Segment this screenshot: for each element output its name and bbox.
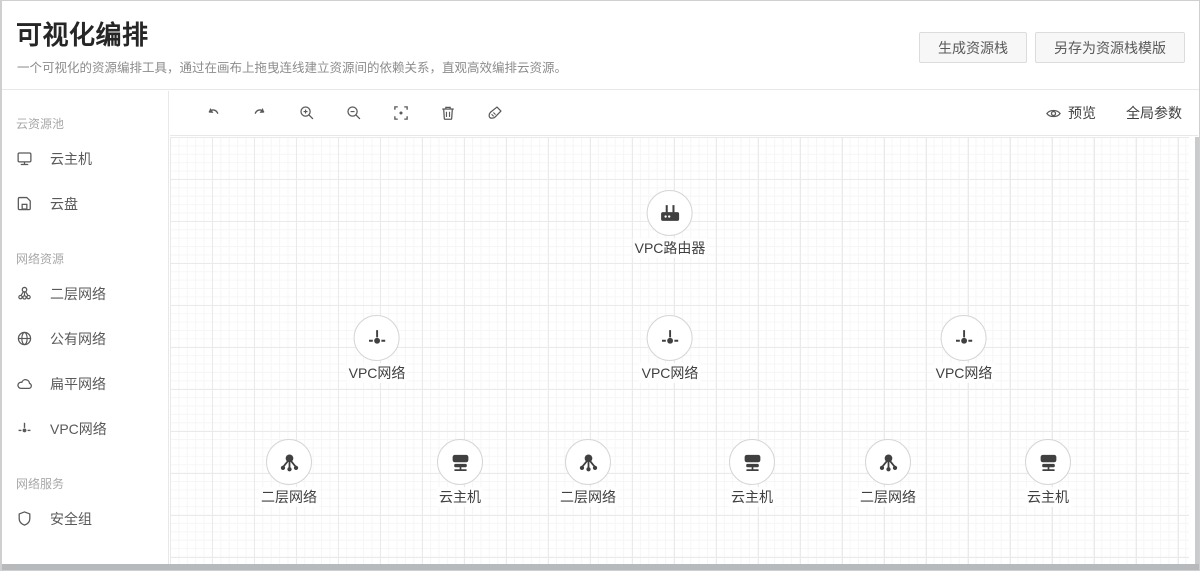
sidebar-item-l2-network[interactable]: 二层网络 [2,271,168,316]
sidebar-item-label: 云主机 [50,149,92,169]
trash-icon [439,104,457,122]
cloud-host-icon [16,150,33,167]
sidebar-item-flat-network[interactable]: 扁平网络 [2,361,168,406]
canvas-node-l2-network[interactable]: 二层网络 [259,439,319,507]
global-params-label: 全局参数 [1126,103,1182,123]
sidebar-section-title: 网络服务 [2,465,168,496]
canvas-node-cloud-host[interactable]: 云主机 [729,439,775,507]
node-label: VPC网络 [640,363,701,383]
vpc-network-icon [354,315,400,361]
sidebar-section-cloud-pool: 云资源池 云主机 云盘 [2,105,168,226]
vpc-router-icon [647,190,693,236]
sidebar-section-network-resource: 网络资源 二层网络 公有网络 扁平网络 VPC网络 [2,240,168,451]
cloud-host-icon [729,439,775,485]
save-as-template-button[interactable]: 另存为资源栈模版 [1035,32,1185,63]
toolbar-right: 预览 全局参数 [1045,103,1198,123]
l2-network-icon [266,439,312,485]
zoom-out-button[interactable] [345,104,363,122]
page-title: 可视化编排 [16,15,149,52]
canvas-toolbar: 预览 全局参数 [170,91,1198,136]
sidebar-item-security-group[interactable]: 安全组 [2,496,168,541]
zoom-in-icon [298,104,316,122]
sidebar-item-label: 扁平网络 [50,374,106,394]
sidebar-item-vpc-network[interactable]: VPC网络 [2,406,168,451]
canvas[interactable]: VPC路由器 VPC网络 VPC网络 VPC网络二层网络 云主机 二层网络 云主机 二层网络 云… [170,137,1189,564]
preview-label: 预览 [1068,103,1096,123]
flat-network-icon [16,375,33,392]
node-label: 二层网络 [858,487,918,507]
undo-button[interactable] [204,104,222,122]
cloud-disk-icon [16,195,33,212]
public-network-icon [16,330,33,347]
sidebar-section-title: 网络资源 [2,240,168,271]
canvas-node-vpc-router[interactable]: VPC路由器 [633,190,708,258]
node-label: 二层网络 [558,487,618,507]
zoom-in-button[interactable] [298,104,316,122]
canvas-node-cloud-host[interactable]: 云主机 [1025,439,1071,507]
cloud-host-icon [437,439,483,485]
l2-network-icon [565,439,611,485]
node-label: 云主机 [437,487,483,507]
vertical-scrollbar[interactable] [1195,137,1199,564]
vpc-network-icon [647,315,693,361]
sidebar-item-label: 公有网络 [50,329,106,349]
undo-icon [204,104,222,122]
sidebar-item-public-network[interactable]: 公有网络 [2,316,168,361]
eye-icon [1045,105,1062,122]
zoom-out-icon [345,104,363,122]
node-label: VPC网络 [934,363,995,383]
node-label: VPC网络 [347,363,408,383]
visual-orchestration-page: 可视化编排 一个可视化的资源编排工具，通过在画布上拖曳连线建立资源间的依赖关系，… [0,0,1200,571]
preview-button[interactable]: 预览 [1045,103,1096,123]
fit-view-button[interactable] [392,104,410,122]
sidebar-item-label: 云盘 [50,194,78,214]
canvas-node-l2-network[interactable]: 二层网络 [858,439,918,507]
security-group-icon [16,510,33,527]
sidebar-item-cloud-host[interactable]: 云主机 [2,136,168,181]
cloud-host-icon [1025,439,1071,485]
sidebar-item-label: 二层网络 [50,284,106,304]
clear-icon [486,104,504,122]
redo-button[interactable] [251,104,269,122]
resource-sidebar: 云资源池 云主机 云盘 网络资源 二层网络 公有网络 扁平网络 [2,91,169,564]
vpc-network-icon [941,315,987,361]
canvas-node-vpc-network[interactable]: VPC网络 [934,315,995,383]
redo-icon [251,104,269,122]
sidebar-section-title: 云资源池 [2,105,168,136]
canvas-node-vpc-network[interactable]: VPC网络 [640,315,701,383]
sidebar-section-network-service: 网络服务 安全组 [2,465,168,541]
canvas-node-cloud-host[interactable]: 云主机 [437,439,483,507]
generate-stack-button[interactable]: 生成资源栈 [919,32,1027,63]
vpc-network-icon [16,420,33,437]
node-label: 二层网络 [259,487,319,507]
horizontal-scrollbar[interactable] [2,564,1199,570]
clear-canvas-button[interactable] [486,104,504,122]
page-subtitle: 一个可视化的资源编排工具，通过在画布上拖曳连线建立资源间的依赖关系，直观高效编排… [17,57,567,76]
canvas-node-vpc-network[interactable]: VPC网络 [347,315,408,383]
sidebar-item-cloud-disk[interactable]: 云盘 [2,181,168,226]
node-label: 云主机 [1025,487,1071,507]
page-header: 可视化编排 一个可视化的资源编排工具，通过在画布上拖曳连线建立资源间的依赖关系，… [2,1,1199,90]
global-params-button[interactable]: 全局参数 [1126,103,1182,123]
l2-network-icon [16,285,33,302]
header-actions: 生成资源栈 另存为资源栈模版 [919,32,1185,63]
sidebar-item-label: 安全组 [50,509,92,529]
node-label: 云主机 [729,487,775,507]
node-label: VPC路由器 [633,238,708,258]
l2-network-icon [865,439,911,485]
canvas-node-l2-network[interactable]: 二层网络 [558,439,618,507]
fit-view-icon [392,104,410,122]
sidebar-item-label: VPC网络 [50,419,107,439]
delete-button[interactable] [439,104,457,122]
